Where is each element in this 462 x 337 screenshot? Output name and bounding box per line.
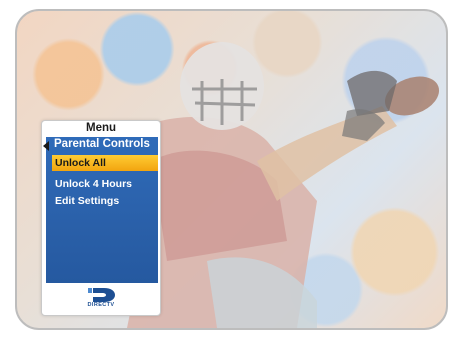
tv-screen: Menu Parental Controls Unlock All Unlock… <box>15 9 448 330</box>
menu-item-unlock-all[interactable]: Unlock All <box>52 155 158 171</box>
menu-header-parental-controls: Parental Controls <box>54 138 150 150</box>
directv-logo-mark <box>88 288 115 302</box>
menu-item-unlock-4-hours[interactable]: Unlock 4 Hours <box>52 176 158 192</box>
left-arrow-icon[interactable] <box>43 141 49 151</box>
menu-title: Menu <box>85 122 117 134</box>
menu-item-edit-settings[interactable]: Edit Settings <box>52 193 158 209</box>
directv-logo-icon: DIRECTV <box>82 287 120 311</box>
logo-text: DIRECTV <box>87 302 115 308</box>
menu-body: Parental Controls Unlock All Unlock 4 Ho… <box>43 137 158 283</box>
menu-panel: Menu Parental Controls Unlock All Unlock… <box>41 120 161 316</box>
